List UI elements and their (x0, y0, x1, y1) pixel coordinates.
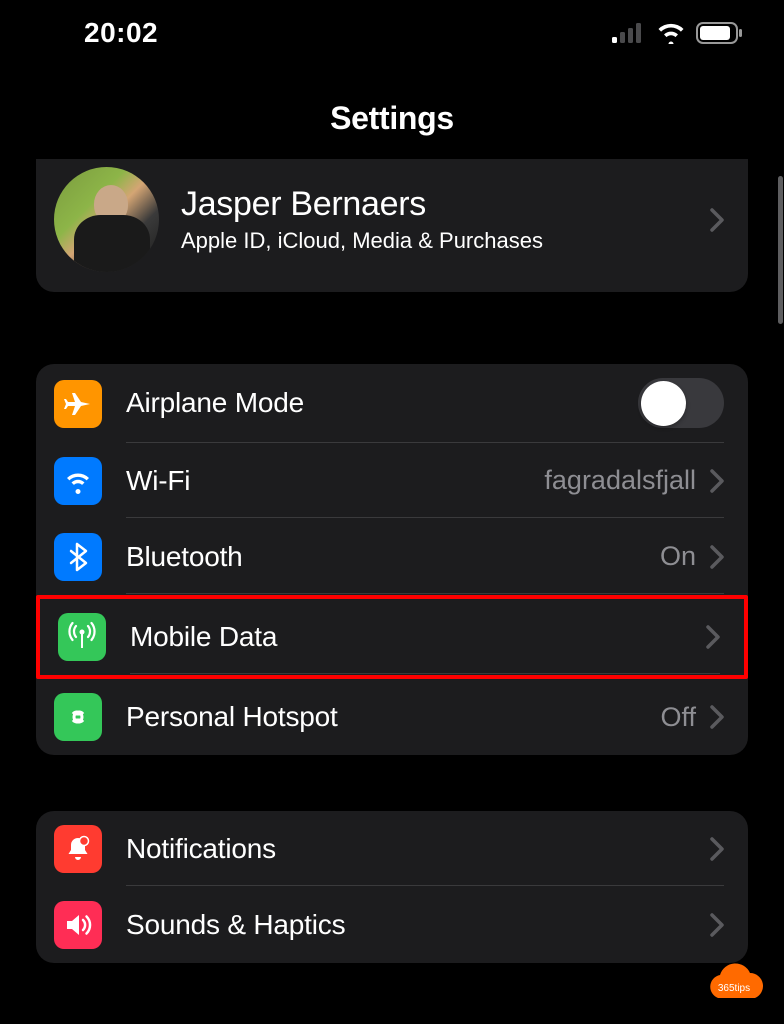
mobile-data-icon (58, 613, 106, 661)
status-bar: 20:02 (0, 0, 784, 60)
wifi-icon (54, 457, 102, 505)
cellular-icon (612, 23, 646, 43)
notifications-icon (54, 825, 102, 873)
wifi-status-icon (656, 22, 686, 44)
chevron-right-icon (710, 208, 724, 232)
page-title: Settings (0, 100, 784, 137)
watermark-badge: 365tips (698, 960, 770, 1010)
chevron-right-icon (706, 625, 720, 649)
hotspot-label: Personal Hotspot (126, 701, 660, 733)
mobile-data-row[interactable]: Mobile Data (36, 595, 748, 679)
scrollbar[interactable] (778, 176, 783, 324)
notifications-label: Notifications (126, 833, 710, 865)
sounds-row[interactable]: Sounds & Haptics (36, 887, 748, 963)
chevron-right-icon (710, 913, 724, 937)
header: Settings (0, 60, 784, 159)
status-time: 20:02 (40, 17, 158, 49)
bluetooth-row[interactable]: Bluetooth On (36, 519, 748, 595)
airplane-icon (54, 380, 102, 428)
personal-hotspot-row[interactable]: Personal Hotspot Off (36, 679, 748, 755)
profile-row[interactable]: Jasper Bernaers Apple ID, iCloud, Media … (36, 159, 748, 292)
notifications-row[interactable]: Notifications (36, 811, 748, 887)
wifi-label: Wi-Fi (126, 465, 544, 497)
status-icons (612, 22, 744, 44)
badge-text: 365tips (718, 983, 750, 994)
sounds-label: Sounds & Haptics (126, 909, 710, 941)
avatar (54, 167, 159, 272)
battery-icon (696, 22, 744, 44)
airplane-mode-row[interactable]: Airplane Mode (36, 364, 748, 443)
hotspot-icon (54, 693, 102, 741)
chevron-right-icon (710, 837, 724, 861)
profile-section: Jasper Bernaers Apple ID, iCloud, Media … (36, 159, 748, 292)
airplane-label: Airplane Mode (126, 387, 638, 419)
airplane-toggle[interactable] (638, 378, 724, 428)
sounds-icon (54, 901, 102, 949)
chevron-right-icon (710, 705, 724, 729)
bluetooth-icon (54, 533, 102, 581)
wifi-value: fagradalsfjall (544, 465, 696, 496)
connectivity-section: Airplane Mode Wi-Fi fagradalsfjall Bluet… (36, 364, 748, 755)
chevron-right-icon (710, 545, 724, 569)
profile-name: Jasper Bernaers (181, 185, 710, 224)
profile-text: Jasper Bernaers Apple ID, iCloud, Media … (181, 185, 710, 254)
hotspot-value: Off (660, 702, 696, 733)
bluetooth-label: Bluetooth (126, 541, 660, 573)
chevron-right-icon (710, 469, 724, 493)
bluetooth-value: On (660, 541, 696, 572)
profile-subtitle: Apple ID, iCloud, Media & Purchases (181, 228, 710, 254)
mobile-data-label: Mobile Data (130, 621, 706, 653)
notifications-section: Notifications Sounds & Haptics (36, 811, 748, 963)
wifi-row[interactable]: Wi-Fi fagradalsfjall (36, 443, 748, 519)
